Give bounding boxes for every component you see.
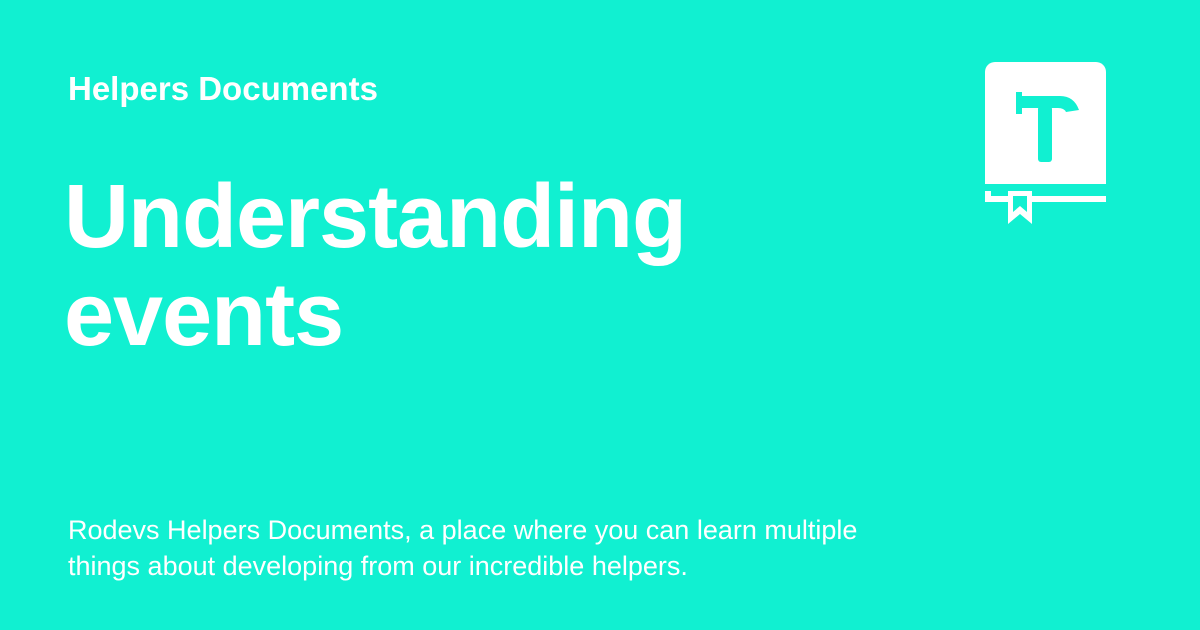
page-title-line: Understanding	[64, 167, 687, 267]
description-line: things about developing from our incredi…	[68, 551, 688, 581]
book-hammer-icon	[985, 62, 1106, 224]
page-description: Rodevs Helpers Documents, a place where …	[68, 512, 908, 584]
page-title: Understanding events	[64, 168, 824, 364]
description-line: Rodevs Helpers Documents, a place where …	[68, 515, 858, 545]
site-name: Helpers Documents	[68, 70, 378, 107]
logo	[980, 60, 1110, 228]
page-title-line: events	[64, 265, 344, 365]
